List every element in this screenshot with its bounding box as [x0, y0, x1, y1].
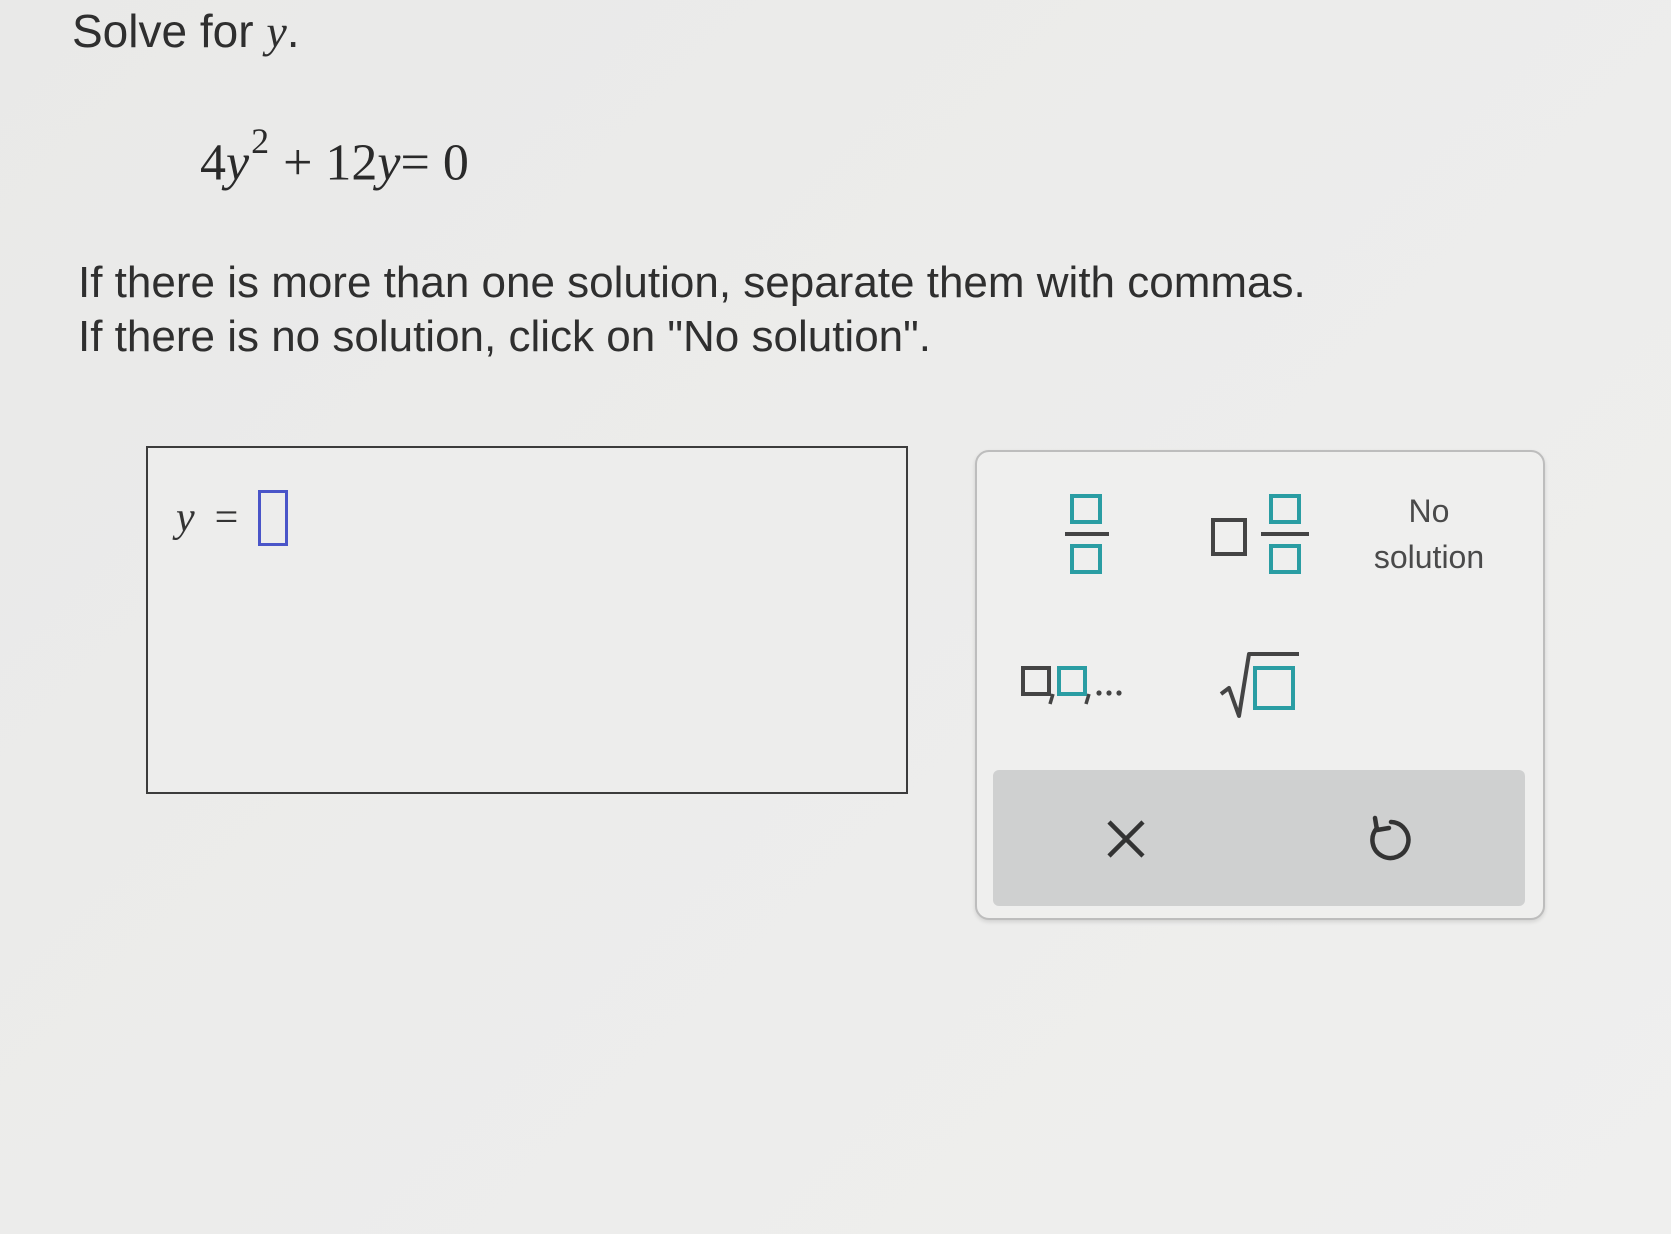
- equation: 4y2 + 12y= 0: [200, 121, 469, 192]
- fraction-button[interactable]: [1057, 492, 1117, 582]
- answer-equals: =: [214, 495, 239, 541]
- answer-variable: y: [176, 495, 195, 541]
- mixed-number-button[interactable]: [1207, 492, 1317, 582]
- equation-op: + 12: [283, 134, 378, 192]
- clear-icon: [1101, 814, 1151, 864]
- prompt-variable: y: [266, 6, 287, 57]
- equation-rhs: = 0: [400, 134, 469, 192]
- equation-coef: 4: [200, 134, 226, 192]
- instructions: If there is more than one solution, sepa…: [78, 256, 1306, 364]
- answer-box[interactable]: y =: [146, 446, 908, 794]
- instruction-line-1: If there is more than one solution, sepa…: [78, 258, 1306, 307]
- equation-var-1: y: [226, 134, 250, 192]
- equation-var-2: y: [377, 134, 401, 192]
- clear-button[interactable]: [1101, 814, 1151, 864]
- prompt-lead: Solve for: [72, 5, 267, 57]
- prompt-tail: .: [286, 5, 300, 57]
- mixed-number-icon: [1207, 492, 1317, 582]
- answer-row: y =: [176, 490, 289, 546]
- equation-exponent: 2: [251, 121, 270, 161]
- answer-input[interactable]: [258, 490, 289, 546]
- action-bar: [993, 770, 1525, 906]
- list-icon: [1019, 660, 1139, 710]
- square-root-button[interactable]: [1215, 646, 1305, 726]
- square-root-icon: [1215, 646, 1305, 726]
- fraction-icon: [1057, 492, 1117, 582]
- undo-button[interactable]: [1361, 812, 1415, 866]
- problem-prompt: Solve for y.: [72, 4, 300, 58]
- no-solution-label-1: No: [1408, 493, 1450, 529]
- no-solution-label-2: solution: [1373, 539, 1485, 575]
- list-button[interactable]: [1019, 660, 1139, 710]
- instruction-line-2: If there is no solution, click on "No so…: [78, 312, 931, 361]
- no-solution-button[interactable]: No solution: [1359, 488, 1499, 580]
- math-keypad: No solution: [975, 450, 1545, 920]
- undo-icon: [1361, 812, 1415, 866]
